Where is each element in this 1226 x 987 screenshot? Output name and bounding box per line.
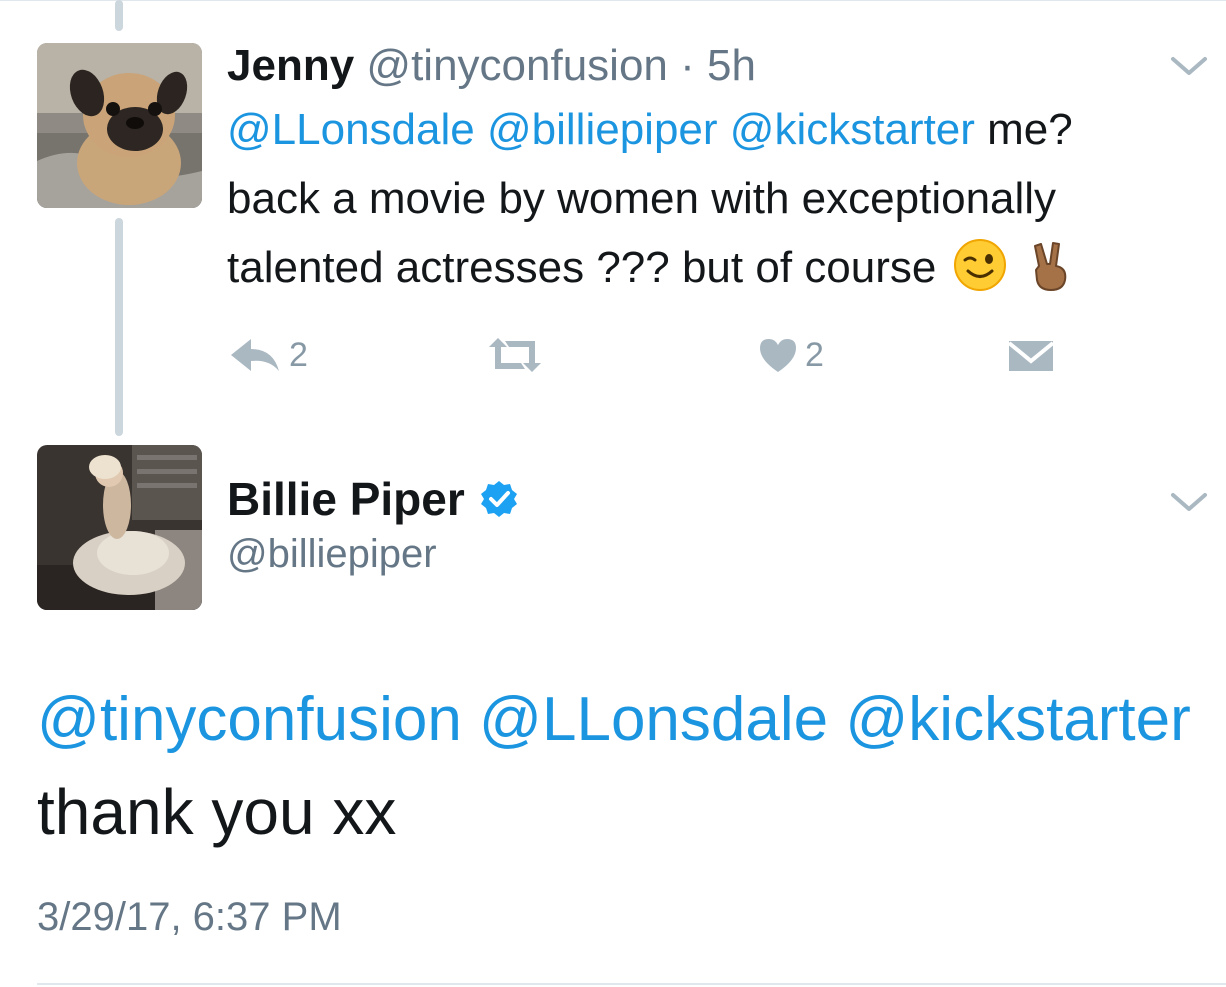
profile-photo [37,445,202,610]
mention-link[interactable]: @kickstarter [730,105,975,154]
jenny-avatar[interactable] [37,43,202,208]
thread-connector-top [115,0,123,31]
retweet-button[interactable] [485,330,545,380]
tweet-time[interactable]: 5h [707,41,756,90]
mention-link[interactable]: @billiepiper [487,105,718,154]
pug-photo [37,43,202,208]
thread-connector [115,218,123,436]
like-button[interactable]: 2 [757,330,824,380]
header-separator: · [680,41,695,90]
direct-message-button[interactable] [1007,330,1055,380]
reply-mentions[interactable]: @tinyconfusion @LLonsdale @kickstarter [37,684,1191,756]
reply-button[interactable]: 2 [227,330,308,380]
tweet-menu-button[interactable] [1169,54,1209,78]
chevron-down-icon [1171,57,1207,75]
verified-badge-icon [480,481,517,517]
billie-avatar[interactable] [37,445,202,610]
tweet-text: @LLonsdale @billiepiper @kickstarter me?… [227,95,1207,302]
tweet-text-fragment: me? [987,105,1073,154]
reply-author-handle[interactable]: @billiepiper [227,528,437,580]
tweet-text-line: back a movie by women with exceptionally [227,174,1057,223]
tweet-header: Jenny @tinyconfusion · 5h [227,38,756,94]
reply-author-row: Billie Piper [227,471,519,527]
tweet-actions: 2 2 [227,330,1127,380]
reply-menu-button[interactable] [1169,490,1209,514]
tweet-text-line: talented actresses ??? but of course [227,243,937,292]
envelope-icon [1007,341,1055,371]
reply-author-name[interactable]: Billie Piper [227,471,465,527]
mention-link[interactable]: @LLonsdale [227,105,475,154]
author-handle[interactable]: @tinyconfusion [366,41,668,90]
chevron-down-icon [1171,493,1207,511]
like-count: 2 [805,335,824,374]
winking-face-emoji [953,239,1006,291]
heart-icon [760,339,796,372]
reply-timestamp: 3/29/17, 6:37 PM [37,895,342,939]
victory-hand-emoji [1033,242,1067,291]
top-divider [0,0,1226,1]
reply-count: 2 [289,335,308,374]
reply-icon [231,339,279,371]
author-name[interactable]: Jenny [227,41,354,90]
reply-body: thank you xx [37,776,397,848]
retweet-icon [489,338,541,372]
bottom-divider [37,983,1226,985]
